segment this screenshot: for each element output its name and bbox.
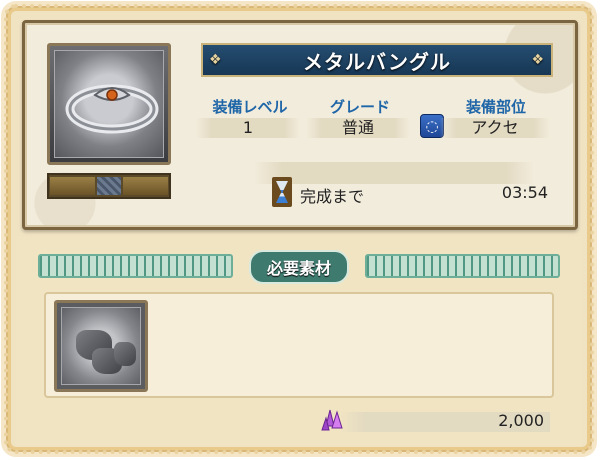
metal-bangle-icon: [54, 50, 164, 158]
material-slot[interactable]: [54, 300, 148, 392]
grade-label: グレード: [329, 98, 390, 116]
timer-value: 03:54: [501, 183, 548, 202]
equip-level-value: 1: [196, 118, 300, 138]
equip-slot-label: 装備部位: [465, 98, 526, 116]
ornament-right: [365, 254, 560, 278]
item-slot-bar: [47, 173, 171, 199]
hourglass-icon: [272, 177, 292, 207]
gem-slot: [97, 177, 121, 195]
item-icon-frame[interactable]: [47, 43, 171, 165]
item-name-banner: メタルバングル: [201, 43, 553, 77]
ornament-left: [38, 254, 233, 278]
equip-level-label: 装備レベル: [212, 98, 288, 116]
timer-label: 完成まで: [300, 187, 365, 206]
materials-header: 必要素材: [38, 250, 560, 284]
timer-row: [254, 162, 534, 184]
grade-value: 普通: [306, 118, 410, 138]
cost-value: 2,000: [498, 411, 544, 430]
materials-title: 必要素材: [248, 250, 349, 284]
equip-slot-value: アクセ: [440, 118, 550, 138]
ore-icon: [61, 307, 141, 385]
crystal-icon: [318, 404, 348, 434]
item-name: メタルバングル: [303, 49, 451, 74]
